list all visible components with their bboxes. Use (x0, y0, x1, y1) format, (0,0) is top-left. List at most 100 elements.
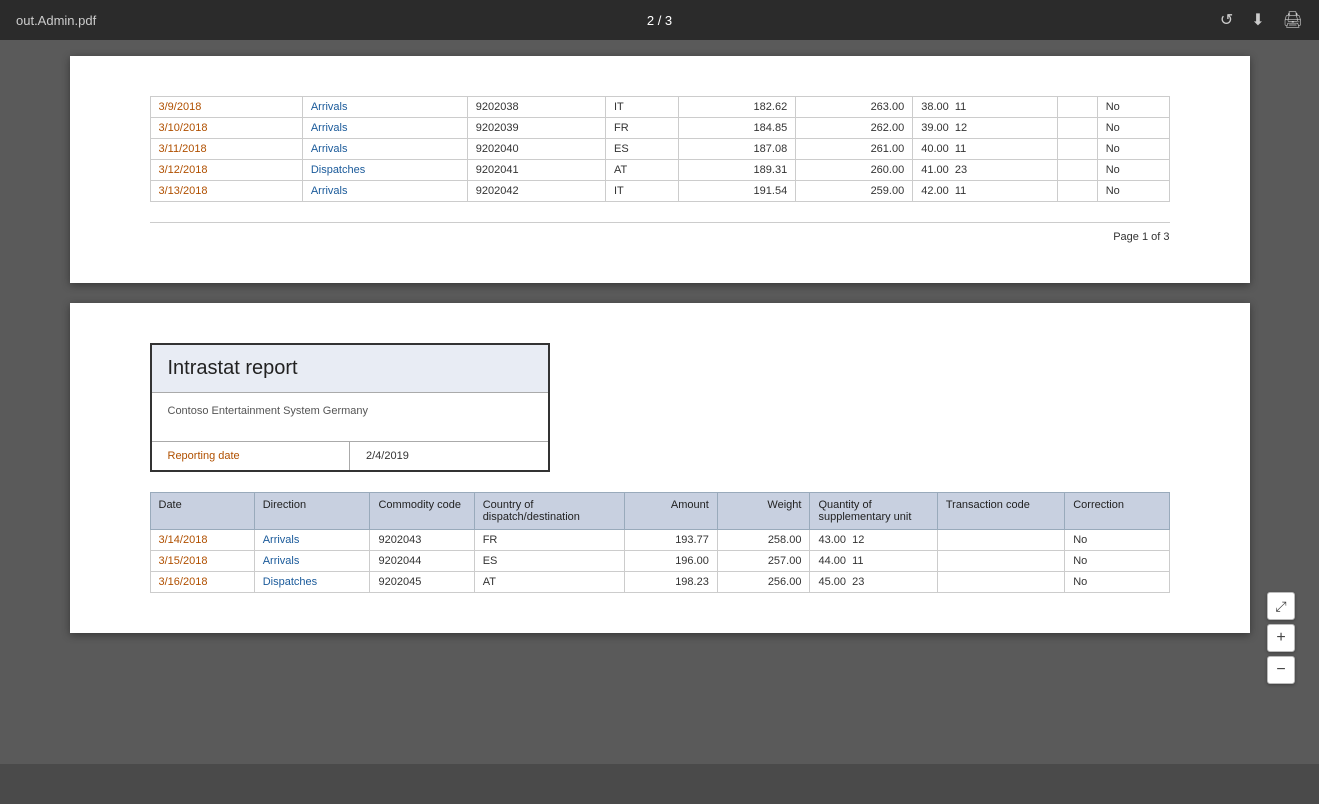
cell-direction: Arrivals (302, 97, 467, 118)
table-row: 3/14/2018 Arrivals 9202043 FR 193.77 258… (150, 530, 1169, 551)
cell-amount: 187.08 (679, 139, 796, 160)
page1-footer: Page 1 of 3 (150, 222, 1170, 243)
cell-amount: 191.54 (679, 181, 796, 202)
cell-weight: 260.00 (796, 160, 913, 181)
cell-date: 3/15/2018 (150, 551, 254, 572)
cell-transaction (1058, 118, 1097, 139)
cell-qty: 40.00 11 (913, 139, 1058, 160)
col-commodity: Commodity code (370, 493, 474, 530)
cell-correction: No (1097, 139, 1169, 160)
cell-commodity: 9202044 (370, 551, 474, 572)
cell-correction: No (1097, 181, 1169, 202)
cell-amount: 196.00 (625, 551, 718, 572)
table-row: 3/11/2018 Arrivals 9202040 ES 187.08 261… (150, 139, 1169, 160)
cell-commodity: 9202041 (467, 160, 605, 181)
cell-country: IT (606, 181, 679, 202)
cell-amount: 184.85 (679, 118, 796, 139)
report-company: Contoso Entertainment System Germany (152, 393, 548, 442)
cell-transaction (937, 530, 1064, 551)
cell-direction: Dispatches (254, 572, 370, 593)
cell-direction: Arrivals (254, 530, 370, 551)
cell-weight: 256.00 (717, 572, 810, 593)
cell-amount: 182.62 (679, 97, 796, 118)
cell-correction: No (1097, 160, 1169, 181)
col-correction: Correction (1065, 493, 1169, 530)
cell-transaction (1058, 139, 1097, 160)
cell-date: 3/16/2018 (150, 572, 254, 593)
cell-direction: Arrivals (254, 551, 370, 572)
col-weight: Weight (717, 493, 810, 530)
table-row: 3/16/2018 Dispatches 9202045 AT 198.23 2… (150, 572, 1169, 593)
report-header-box: Intrastat report Contoso Entertainment S… (150, 343, 550, 472)
zoom-in-button[interactable]: + (1267, 624, 1295, 652)
page-indicator: 2 / 3 (647, 13, 672, 28)
col-direction: Direction (254, 493, 370, 530)
cell-country: FR (606, 118, 679, 139)
cell-date: 3/12/2018 (150, 160, 302, 181)
col-transaction: Transaction code (937, 493, 1064, 530)
cell-transaction (1058, 97, 1097, 118)
cell-commodity: 9202039 (467, 118, 605, 139)
cell-direction: Arrivals (302, 181, 467, 202)
cell-direction: Arrivals (302, 139, 467, 160)
cell-country: ES (474, 551, 625, 572)
cell-commodity: 9202042 (467, 181, 605, 202)
table-row: 3/13/2018 Arrivals 9202042 IT 191.54 259… (150, 181, 1169, 202)
cell-transaction (1058, 181, 1097, 202)
cell-correction: No (1097, 97, 1169, 118)
zoom-out-button[interactable]: − (1267, 656, 1295, 684)
cell-qty: 39.00 12 (913, 118, 1058, 139)
cell-commodity: 9202040 (467, 139, 605, 160)
cell-qty: 38.00 11 (913, 97, 1058, 118)
pdf-viewer: 3/9/2018 Arrivals 9202038 IT 182.62 263.… (0, 40, 1319, 764)
toolbar-actions: ↺ ⬇ 🖨 (1220, 10, 1303, 30)
cell-direction: Dispatches (302, 160, 467, 181)
col-country: Country of dispatch/destination (474, 493, 625, 530)
reporting-date-value: 2/4/2019 (350, 442, 548, 470)
cell-weight: 261.00 (796, 139, 913, 160)
print-icon[interactable]: 🖨 (1283, 10, 1303, 30)
cell-commodity: 9202043 (370, 530, 474, 551)
cell-country: AT (474, 572, 625, 593)
cell-transaction (937, 572, 1064, 593)
col-date: Date (150, 493, 254, 530)
cell-date: 3/14/2018 (150, 530, 254, 551)
cell-qty: 45.00 23 (810, 572, 937, 593)
zoom-controls: ⤢ + − (1267, 592, 1295, 684)
report-title: Intrastat report (152, 345, 548, 393)
cell-transaction (937, 551, 1064, 572)
cell-direction: Arrivals (302, 118, 467, 139)
refresh-icon[interactable]: ↺ (1220, 10, 1233, 30)
cell-country: ES (606, 139, 679, 160)
cell-commodity: 9202038 (467, 97, 605, 118)
cell-weight: 262.00 (796, 118, 913, 139)
table-row: 3/9/2018 Arrivals 9202038 IT 182.62 263.… (150, 97, 1169, 118)
cell-correction: No (1097, 118, 1169, 139)
cell-weight: 258.00 (717, 530, 810, 551)
reporting-date-label: Reporting date (152, 442, 351, 470)
cell-amount: 189.31 (679, 160, 796, 181)
toolbar: out.Admin.pdf 2 / 3 ↺ ⬇ 🖨 (0, 0, 1319, 40)
col-amount: Amount (625, 493, 718, 530)
cell-correction: No (1065, 530, 1169, 551)
table-row: 3/10/2018 Arrivals 9202039 FR 184.85 262… (150, 118, 1169, 139)
cell-country: FR (474, 530, 625, 551)
pdf-page-1: 3/9/2018 Arrivals 9202038 IT 182.62 263.… (70, 56, 1250, 283)
page2-table: Date Direction Commodity code Country of… (150, 492, 1170, 593)
pdf-page-2: Intrastat report Contoso Entertainment S… (70, 303, 1250, 633)
cell-date: 3/9/2018 (150, 97, 302, 118)
cell-qty: 41.00 23 (913, 160, 1058, 181)
cell-commodity: 9202045 (370, 572, 474, 593)
page1-table: 3/9/2018 Arrivals 9202038 IT 182.62 263.… (150, 96, 1170, 202)
cell-date: 3/10/2018 (150, 118, 302, 139)
cell-amount: 193.77 (625, 530, 718, 551)
col-qty: Quantity of supplementary unit (810, 493, 937, 530)
cell-correction: No (1065, 551, 1169, 572)
cell-weight: 257.00 (717, 551, 810, 572)
cell-qty: 44.00 11 (810, 551, 937, 572)
cell-qty: 43.00 12 (810, 530, 937, 551)
download-icon[interactable]: ⬇ (1251, 10, 1264, 30)
zoom-expand-button[interactable]: ⤢ (1267, 592, 1295, 620)
cell-weight: 263.00 (796, 97, 913, 118)
filename-label: out.Admin.pdf (16, 13, 96, 28)
